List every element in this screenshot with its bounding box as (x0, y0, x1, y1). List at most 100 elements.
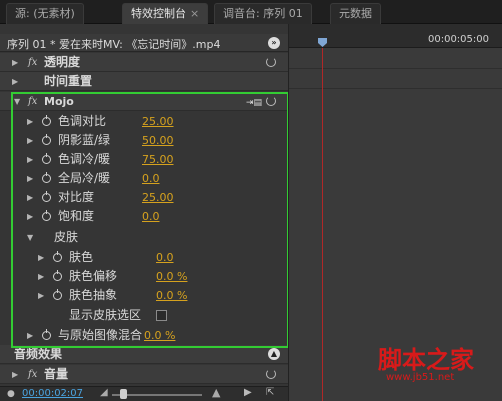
collapse-triangle-icon[interactable]: ▼ (27, 228, 33, 247)
param-label: 肤色 (69, 250, 94, 264)
param-label: 对比度 (58, 190, 95, 204)
reset-icon[interactable] (266, 96, 276, 106)
show-skin-checkbox[interactable] (156, 310, 167, 321)
effect-opacity[interactable]: ▶ fx 透明度 (0, 53, 288, 72)
effect-mojo-label: Mojo (44, 95, 74, 108)
tab-effect-controls[interactable]: 特效控制台 × (122, 3, 209, 24)
param-value[interactable]: 25.00 (142, 112, 174, 131)
param-label: 饱和度 (58, 209, 95, 223)
stopwatch-icon[interactable] (42, 115, 51, 126)
param-value[interactable]: 0.0 (142, 207, 160, 226)
effect-volume[interactable]: ▶ fx 音量 (0, 365, 288, 384)
expand-triangle-icon[interactable]: ▶ (12, 365, 18, 384)
expand-triangle-icon[interactable]: ▶ (12, 72, 18, 91)
effect-controls-panel: 序列 01 * 爱在来时MV: 《忘记时间》.mp4 » ▶ fx 透明度 ▶ … (0, 24, 288, 401)
effect-opacity-label: 透明度 (44, 55, 81, 69)
param-label: 肤色偏移 (69, 269, 118, 283)
timeline-divider (289, 88, 502, 89)
zoom-in-icon[interactable]: ▲ (212, 386, 220, 399)
export-icon[interactable]: ⇱ (266, 387, 274, 398)
reset-icon[interactable] (266, 369, 276, 379)
tab-audio-mixer-label: 调音台: 序列 01 (223, 7, 303, 20)
expand-triangle-icon[interactable]: ▶ (27, 169, 33, 188)
playhead-line (322, 48, 323, 401)
param-value[interactable]: 50.00 (142, 131, 174, 150)
param-row[interactable]: ▶ 阴影蓝/绿 50.00 (0, 131, 288, 150)
tab-metadata[interactable]: 元数据 (330, 3, 381, 24)
tab-effect-controls-label: 特效控制台 (131, 7, 186, 20)
param-row[interactable]: ▶ 全局冷/暖 0.0 (0, 169, 288, 188)
expand-triangle-icon[interactable]: ▶ (27, 112, 33, 131)
reset-icon[interactable] (266, 57, 276, 67)
timeline-divider (289, 68, 502, 69)
clip-title: 序列 01 * 爱在来时MV: 《忘记时间》.mp4 (7, 38, 221, 51)
param-value[interactable]: 75.00 (142, 150, 174, 169)
tab-audio-mixer[interactable]: 调音台: 序列 01 (214, 3, 312, 24)
param-value[interactable]: 0.0 % (156, 286, 187, 305)
effect-settings-icon[interactable]: ⇥▤ (246, 94, 262, 113)
stopwatch-icon[interactable] (42, 210, 51, 221)
expand-triangle-icon[interactable]: ▶ (27, 150, 33, 169)
effect-time-remap-label: 时间重置 (44, 74, 93, 88)
tab-metadata-label: 元数据 (339, 7, 372, 20)
play-audio-icon[interactable]: ▶ (244, 387, 252, 398)
stopwatch-icon[interactable] (42, 172, 51, 183)
fx-icon: fx (28, 57, 38, 68)
blend-value[interactable]: 0.0 % (144, 326, 175, 345)
param-row[interactable]: ▶ 色调冷/暖 75.00 (0, 150, 288, 169)
stopwatch-icon[interactable] (42, 153, 51, 164)
show-skin-row[interactable]: 显示皮肤选区 (0, 306, 288, 325)
expand-triangle-icon[interactable]: ▶ (12, 53, 18, 72)
stopwatch-icon[interactable] (53, 289, 62, 300)
collapse-section-icon[interactable]: ▲ (268, 348, 280, 360)
param-value[interactable]: 0.0 (156, 248, 174, 267)
effect-time-remap[interactable]: ▶ 时间重置 (0, 72, 288, 91)
zoom-slider-thumb[interactable] (120, 389, 127, 399)
ruler-timecode: 00:00:05:00 (427, 34, 489, 45)
show-skin-label: 显示皮肤选区 (69, 308, 142, 322)
stopwatch-icon[interactable] (42, 191, 51, 202)
blend-row[interactable]: ▶ 与原始图像混合 0.0 % (0, 326, 288, 345)
expand-triangle-icon[interactable]: ▶ (27, 326, 33, 345)
close-icon[interactable]: × (190, 7, 199, 20)
skin-param-row[interactable]: ▶ 肤色抽象 0.0 % (0, 286, 288, 305)
expand-triangle-icon[interactable]: ▶ (27, 188, 33, 207)
expand-triangle-icon[interactable]: ▶ (38, 267, 44, 286)
fx-icon: fx (28, 369, 38, 380)
current-timecode[interactable]: 00:00:02:07 (22, 388, 83, 399)
skin-param-row[interactable]: ▶ 肤色 0.0 (0, 248, 288, 267)
skin-group-label: 皮肤 (54, 230, 79, 244)
param-label: 全局冷/暖 (58, 171, 111, 185)
playhead-icon[interactable]: ● (7, 389, 15, 399)
effect-mojo[interactable]: ▼ fx Mojo ⇥▤ (0, 92, 288, 111)
stopwatch-icon[interactable] (53, 270, 62, 281)
param-label: 色调冷/暖 (58, 152, 111, 166)
watermark-title: 脚本之家 (378, 345, 474, 374)
param-row[interactable]: ▶ 色调对比 25.00 (0, 112, 288, 131)
param-value[interactable]: 0.0 % (156, 267, 187, 286)
panel-tab-bar: 源: (无素材) 特效控制台 × 调音台: 序列 01 元数据 (0, 0, 502, 24)
time-ruler[interactable]: 00:00:05:00 (289, 24, 502, 48)
tab-source-label: 源: (无素材) (15, 7, 75, 20)
stopwatch-icon[interactable] (53, 251, 62, 262)
param-row[interactable]: ▶ 对比度 25.00 (0, 188, 288, 207)
param-value[interactable]: 0.0 (142, 169, 160, 188)
expand-triangle-icon[interactable]: ▶ (38, 286, 44, 305)
skin-param-row[interactable]: ▶ 肤色偏移 0.0 % (0, 267, 288, 286)
param-row[interactable]: ▶ 饱和度 0.0 (0, 207, 288, 226)
collapse-triangle-icon[interactable]: ▼ (14, 92, 20, 111)
param-value[interactable]: 25.00 (142, 188, 174, 207)
zoom-out-icon[interactable]: ◢ (100, 387, 108, 398)
stopwatch-icon[interactable] (42, 134, 51, 145)
show-timeline-icon[interactable]: » (268, 37, 280, 49)
tab-source[interactable]: 源: (无素材) (6, 3, 84, 24)
blend-label: 与原始图像混合 (58, 328, 143, 342)
skin-group[interactable]: ▼ 皮肤 (0, 228, 288, 247)
expand-triangle-icon[interactable]: ▶ (27, 131, 33, 150)
audio-effects-label: 音频效果 (14, 347, 63, 361)
param-label: 色调对比 (58, 114, 107, 128)
expand-triangle-icon[interactable]: ▶ (38, 248, 44, 267)
playhead-marker[interactable] (318, 38, 327, 47)
stopwatch-icon[interactable] (42, 329, 51, 340)
expand-triangle-icon[interactable]: ▶ (27, 207, 33, 226)
